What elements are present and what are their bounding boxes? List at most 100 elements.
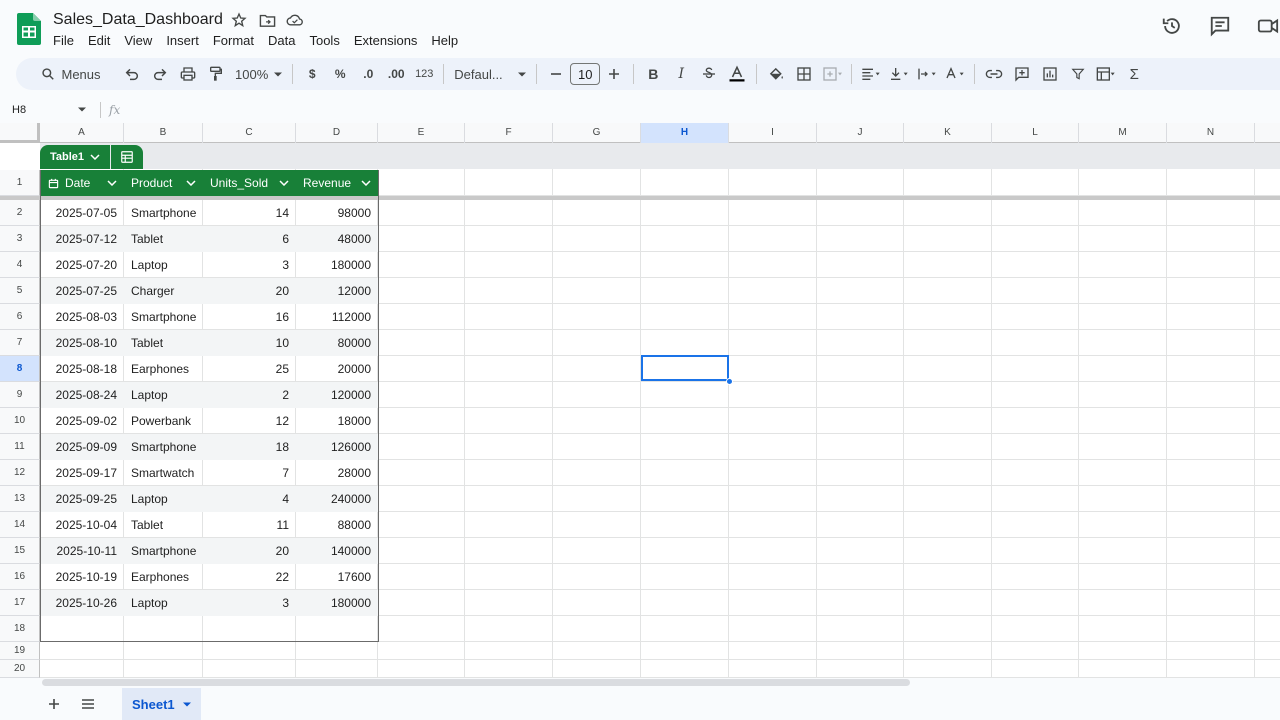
chevron-down-icon[interactable] [182, 702, 191, 707]
selected-cell[interactable] [641, 355, 729, 381]
comments-icon[interactable] [1208, 14, 1232, 38]
percent-format-button[interactable]: % [327, 60, 353, 88]
font-family-select[interactable]: Defaul... [450, 60, 530, 88]
currency-format-button[interactable]: $ [299, 60, 325, 88]
filter-icon[interactable] [1065, 60, 1091, 88]
row-header-13[interactable]: 13 [0, 486, 40, 512]
decrease-font-size-icon[interactable] [543, 60, 569, 88]
row-header-9[interactable]: 9 [0, 382, 40, 408]
row-header-14[interactable]: 14 [0, 512, 40, 538]
column-header-g[interactable]: G [553, 123, 641, 143]
row-header-6[interactable]: 6 [0, 304, 40, 330]
filter-views-icon[interactable] [1093, 60, 1119, 88]
column-gridline [1078, 143, 1079, 678]
fill-handle[interactable] [726, 378, 733, 385]
column-header-e[interactable]: E [378, 123, 465, 143]
italic-icon[interactable]: I [668, 60, 694, 88]
print-icon[interactable] [175, 60, 201, 88]
column-header-k[interactable]: K [904, 123, 992, 143]
row-header-20[interactable]: 20 [0, 660, 40, 678]
sheet-tab-sheet1[interactable]: Sheet1 [122, 688, 201, 720]
menu-extensions[interactable]: Extensions [347, 31, 425, 51]
all-sheets-icon[interactable] [74, 690, 102, 718]
move-folder-icon[interactable] [258, 11, 276, 29]
zoom-select[interactable]: 100% [231, 60, 286, 88]
column-header-h[interactable]: H [641, 123, 729, 143]
column-header-b[interactable]: B [124, 123, 203, 143]
row-header-1[interactable]: 1 [0, 170, 40, 196]
cloud-saved-icon[interactable] [286, 11, 304, 29]
column-header-f[interactable]: F [465, 123, 553, 143]
row-header-16[interactable]: 16 [0, 564, 40, 590]
row-header-11[interactable]: 11 [0, 434, 40, 460]
row-header-12[interactable]: 12 [0, 460, 40, 486]
name-box[interactable]: H8 [4, 100, 92, 120]
number-format-button[interactable]: 123 [411, 60, 437, 88]
row-header-19[interactable]: 19 [0, 642, 40, 660]
undo-icon[interactable] [119, 60, 145, 88]
column-header-i[interactable]: I [729, 123, 817, 143]
sheet-bar: Sheet1 [0, 688, 1280, 720]
column-header-j[interactable]: J [817, 123, 904, 143]
insert-chart-icon[interactable] [1037, 60, 1063, 88]
menu-help[interactable]: Help [424, 31, 465, 51]
horizontal-align-icon[interactable] [858, 60, 884, 88]
row-header-10[interactable]: 10 [0, 408, 40, 434]
table-name-button[interactable]: Table1 [40, 145, 111, 169]
paint-format-icon[interactable] [203, 60, 229, 88]
row-header-7[interactable]: 7 [0, 330, 40, 356]
menu-edit[interactable]: Edit [81, 31, 117, 51]
select-all-corner[interactable] [0, 123, 40, 143]
insert-comment-icon[interactable] [1009, 60, 1035, 88]
sheets-logo-icon[interactable] [17, 13, 41, 45]
row-header-18[interactable]: 18 [0, 616, 40, 642]
row-header-2[interactable]: 2 [0, 200, 40, 226]
borders-icon[interactable] [791, 60, 817, 88]
spreadsheet-grid[interactable]: ABCDEFGHIJKLMN 1 2 3 4 5 6 7 8 9 10 11 12 13 14 15 16 17… [0, 123, 1280, 678]
row-header-5[interactable]: 5 [0, 278, 40, 304]
document-title[interactable]: Sales_Data_Dashboard [53, 9, 223, 31]
row-header-4[interactable]: 4 [0, 252, 40, 278]
column-header-c[interactable]: C [203, 123, 296, 143]
row-header-3[interactable]: 3 [0, 226, 40, 252]
menu-file[interactable]: File [46, 31, 81, 51]
fill-color-icon[interactable] [763, 60, 789, 88]
row-header-15[interactable]: 15 [0, 538, 40, 564]
menu-insert[interactable]: Insert [159, 31, 206, 51]
text-rotation-icon[interactable] [942, 60, 968, 88]
column-header-d[interactable]: D [296, 123, 378, 143]
redo-icon[interactable] [147, 60, 173, 88]
text-wrapping-icon[interactable] [914, 60, 940, 88]
column-gridline [640, 143, 641, 678]
column-header-a[interactable]: A [40, 123, 124, 143]
vertical-align-icon[interactable] [886, 60, 912, 88]
column-header-n[interactable]: N [1167, 123, 1255, 143]
menus-search-button[interactable]: Menus [25, 60, 117, 88]
menu-data[interactable]: Data [261, 31, 302, 51]
version-history-icon[interactable] [1160, 14, 1184, 38]
text-color-icon[interactable] [724, 60, 750, 88]
menu-tools[interactable]: Tools [302, 31, 346, 51]
increase-font-size-icon[interactable] [601, 60, 627, 88]
merge-cells-icon[interactable] [819, 60, 845, 88]
meet-icon[interactable] [1256, 14, 1280, 38]
column-header-m[interactable]: M [1079, 123, 1167, 143]
row-header-17[interactable]: 17 [0, 590, 40, 616]
column-header-l[interactable]: L [992, 123, 1079, 143]
table-options-button[interactable] [111, 145, 144, 169]
strikethrough-icon[interactable] [696, 60, 722, 88]
row-header-8[interactable]: 8 [0, 356, 40, 382]
font-size-input[interactable]: 10 [570, 63, 601, 85]
menu-view[interactable]: View [117, 31, 159, 51]
add-sheet-icon[interactable] [40, 690, 68, 718]
bold-icon[interactable]: B [640, 60, 666, 88]
decrease-decimal-button[interactable]: .0 [355, 60, 381, 88]
star-icon[interactable] [230, 11, 248, 29]
functions-icon[interactable]: Σ [1121, 60, 1147, 88]
row-gridline [40, 677, 1280, 678]
horizontal-scrollbar[interactable] [42, 679, 910, 686]
insert-link-icon[interactable] [981, 60, 1007, 88]
name-box-value: H8 [12, 103, 27, 116]
increase-decimal-button[interactable]: .00 [383, 60, 409, 88]
menu-format[interactable]: Format [206, 31, 261, 51]
